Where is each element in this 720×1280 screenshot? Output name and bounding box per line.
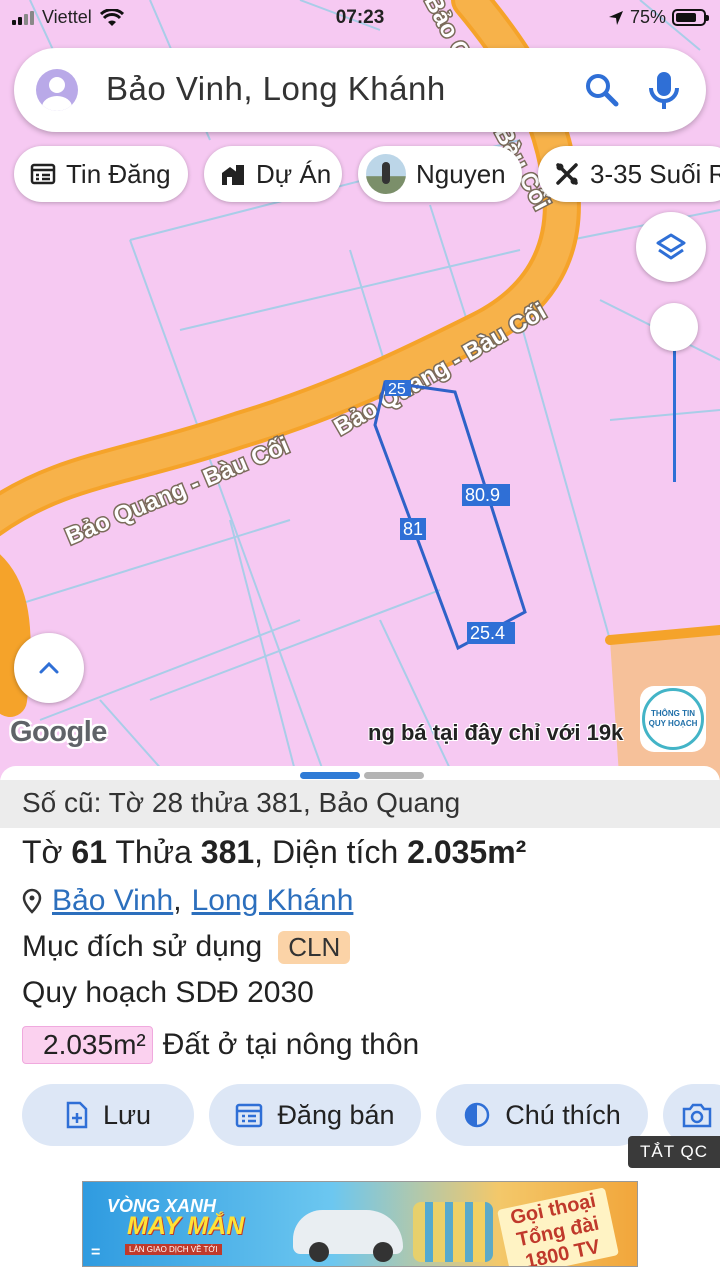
ad-line-3: LÀN GIAO DỊCH VỀ TỚI xyxy=(125,1244,222,1255)
ad-hotline: Gọi thoại Tổng đài 1800 TV xyxy=(497,1187,619,1266)
post-sale-label: Đăng bán xyxy=(277,1099,395,1130)
location-pin-icon xyxy=(22,888,42,914)
plan-land-use: Đất ở tại nông thôn xyxy=(162,1028,420,1061)
edge-label-top: 25 xyxy=(388,381,406,398)
land-purpose-row: Mục đích sử dụng CLN xyxy=(22,930,351,964)
badge-line-1: THÔNG TIN xyxy=(651,709,695,719)
filter-chips: Tin Đăng Dự Án Nguyen 3-35 Suối Ré xyxy=(0,146,720,202)
location-separator: , xyxy=(173,884,182,917)
purpose-code-badge: CLN xyxy=(278,930,351,964)
plan-area-badge: 2.035m² xyxy=(22,1026,153,1064)
avatar[interactable] xyxy=(36,69,78,111)
area-label: , Diện tích xyxy=(254,834,399,870)
area-value: 2.035m² xyxy=(407,834,527,870)
expand-up-button[interactable] xyxy=(14,633,84,703)
purpose-label: Mục đích sử dụng xyxy=(22,930,263,963)
location-row: Bảo Vinh, Long Khánh xyxy=(22,884,353,918)
chip-label: 3-35 Suối Ré xyxy=(590,158,720,189)
chip-label: Nguyen xyxy=(416,158,506,189)
ad-ticker-text: ng bá tại đây chỉ với 19k xyxy=(368,720,624,745)
opacity-slider-knob[interactable] xyxy=(650,303,698,351)
hide-ads-button[interactable]: TẮT QC xyxy=(628,1136,720,1168)
search-icon[interactable] xyxy=(582,70,622,110)
edge-label-left: 81 xyxy=(403,519,423,539)
sheet-label: Tờ xyxy=(22,834,63,870)
camera-icon xyxy=(682,1103,712,1128)
old-record: Số cũ: Tờ 28 thửa 381, Bảo Quang xyxy=(0,780,720,828)
map-view[interactable]: Bảo Quang - Bàu Cối Bảo Quang - Bàu Cối … xyxy=(0,0,720,790)
chip-nguyen[interactable]: Nguyen xyxy=(358,146,522,202)
plan-area-row: 2.035m² Đất ở tại nông thôn xyxy=(22,1026,419,1064)
mic-icon[interactable] xyxy=(644,68,684,112)
plan-title: Quy hoạch SDĐ 2030 xyxy=(22,976,314,1009)
search-input[interactable]: Bảo Vinh, Long Khánh xyxy=(106,70,446,108)
ad-banner[interactable]: VÒNG XANH MAY MẮN LÀN GIAO DỊCH VỀ TỚI G… xyxy=(82,1181,638,1267)
calendar-list-icon xyxy=(30,163,56,185)
chevron-up-icon xyxy=(39,661,59,674)
chip-label: Dự Án xyxy=(256,158,332,189)
google-logo: Google xyxy=(10,716,107,748)
contrast-icon xyxy=(464,1102,490,1128)
battery-icon xyxy=(672,9,709,26)
ward-link[interactable]: Bảo Vinh xyxy=(52,884,173,917)
planning-info-badge[interactable]: THÔNG TIN QUY HOẠCH xyxy=(640,686,706,752)
ad-car-wheel xyxy=(309,1242,329,1262)
user-photo xyxy=(366,154,406,194)
badge-line-2: QUY HOẠCH xyxy=(648,719,698,728)
plot-outline[interactable] xyxy=(373,380,527,651)
legend-label: Chú thích xyxy=(505,1099,621,1130)
calendar-icon xyxy=(236,1103,263,1128)
tools-icon xyxy=(556,163,578,185)
battery-percent: 75% xyxy=(629,7,666,27)
city-link[interactable]: Long Khánh xyxy=(192,884,354,918)
layers-button[interactable] xyxy=(636,212,706,282)
action-buttons: Lưu Đăng bán Chú thích xyxy=(0,1084,720,1146)
layers-icon xyxy=(656,233,686,260)
legend-button[interactable]: Chú thích xyxy=(436,1084,648,1146)
status-bar: Viettel 07:23 75% xyxy=(0,0,720,38)
edge-label-right: 80.9 xyxy=(465,485,500,505)
ad-people-image xyxy=(413,1202,493,1262)
sheet-handle[interactable] xyxy=(300,772,424,779)
chip-label: Tin Đăng xyxy=(66,158,171,189)
sheet-number: 61 xyxy=(71,834,108,870)
chip-location[interactable]: 3-35 Suối Ré xyxy=(538,146,720,202)
search-bar[interactable]: Bảo Vinh, Long Khánh xyxy=(14,48,706,132)
save-label: Lưu xyxy=(102,1099,152,1130)
opacity-slider-track[interactable] xyxy=(673,330,676,482)
chip-tin-dang[interactable]: Tin Đăng xyxy=(14,146,188,202)
buildings-icon xyxy=(222,165,244,185)
parcel-number: 381 xyxy=(200,834,255,870)
chip-du-an[interactable]: Dự Án xyxy=(204,146,342,202)
ad-line-2: MAY MẮN xyxy=(127,1212,245,1240)
plot-summary: Tờ 61 Thửa 381, Diện tích 2.035m² xyxy=(22,834,526,871)
parcel-label: Thửa xyxy=(115,834,192,870)
edge-label-bottom: 25.4 xyxy=(470,623,505,643)
location-arrow-icon xyxy=(608,10,623,25)
doc-add-icon xyxy=(66,1101,88,1129)
ad-car-wheel xyxy=(373,1242,393,1262)
post-sale-button[interactable]: Đăng bán xyxy=(209,1084,421,1146)
save-button[interactable]: Lưu xyxy=(22,1084,194,1146)
ad-menu-icon: = xyxy=(91,1244,101,1261)
